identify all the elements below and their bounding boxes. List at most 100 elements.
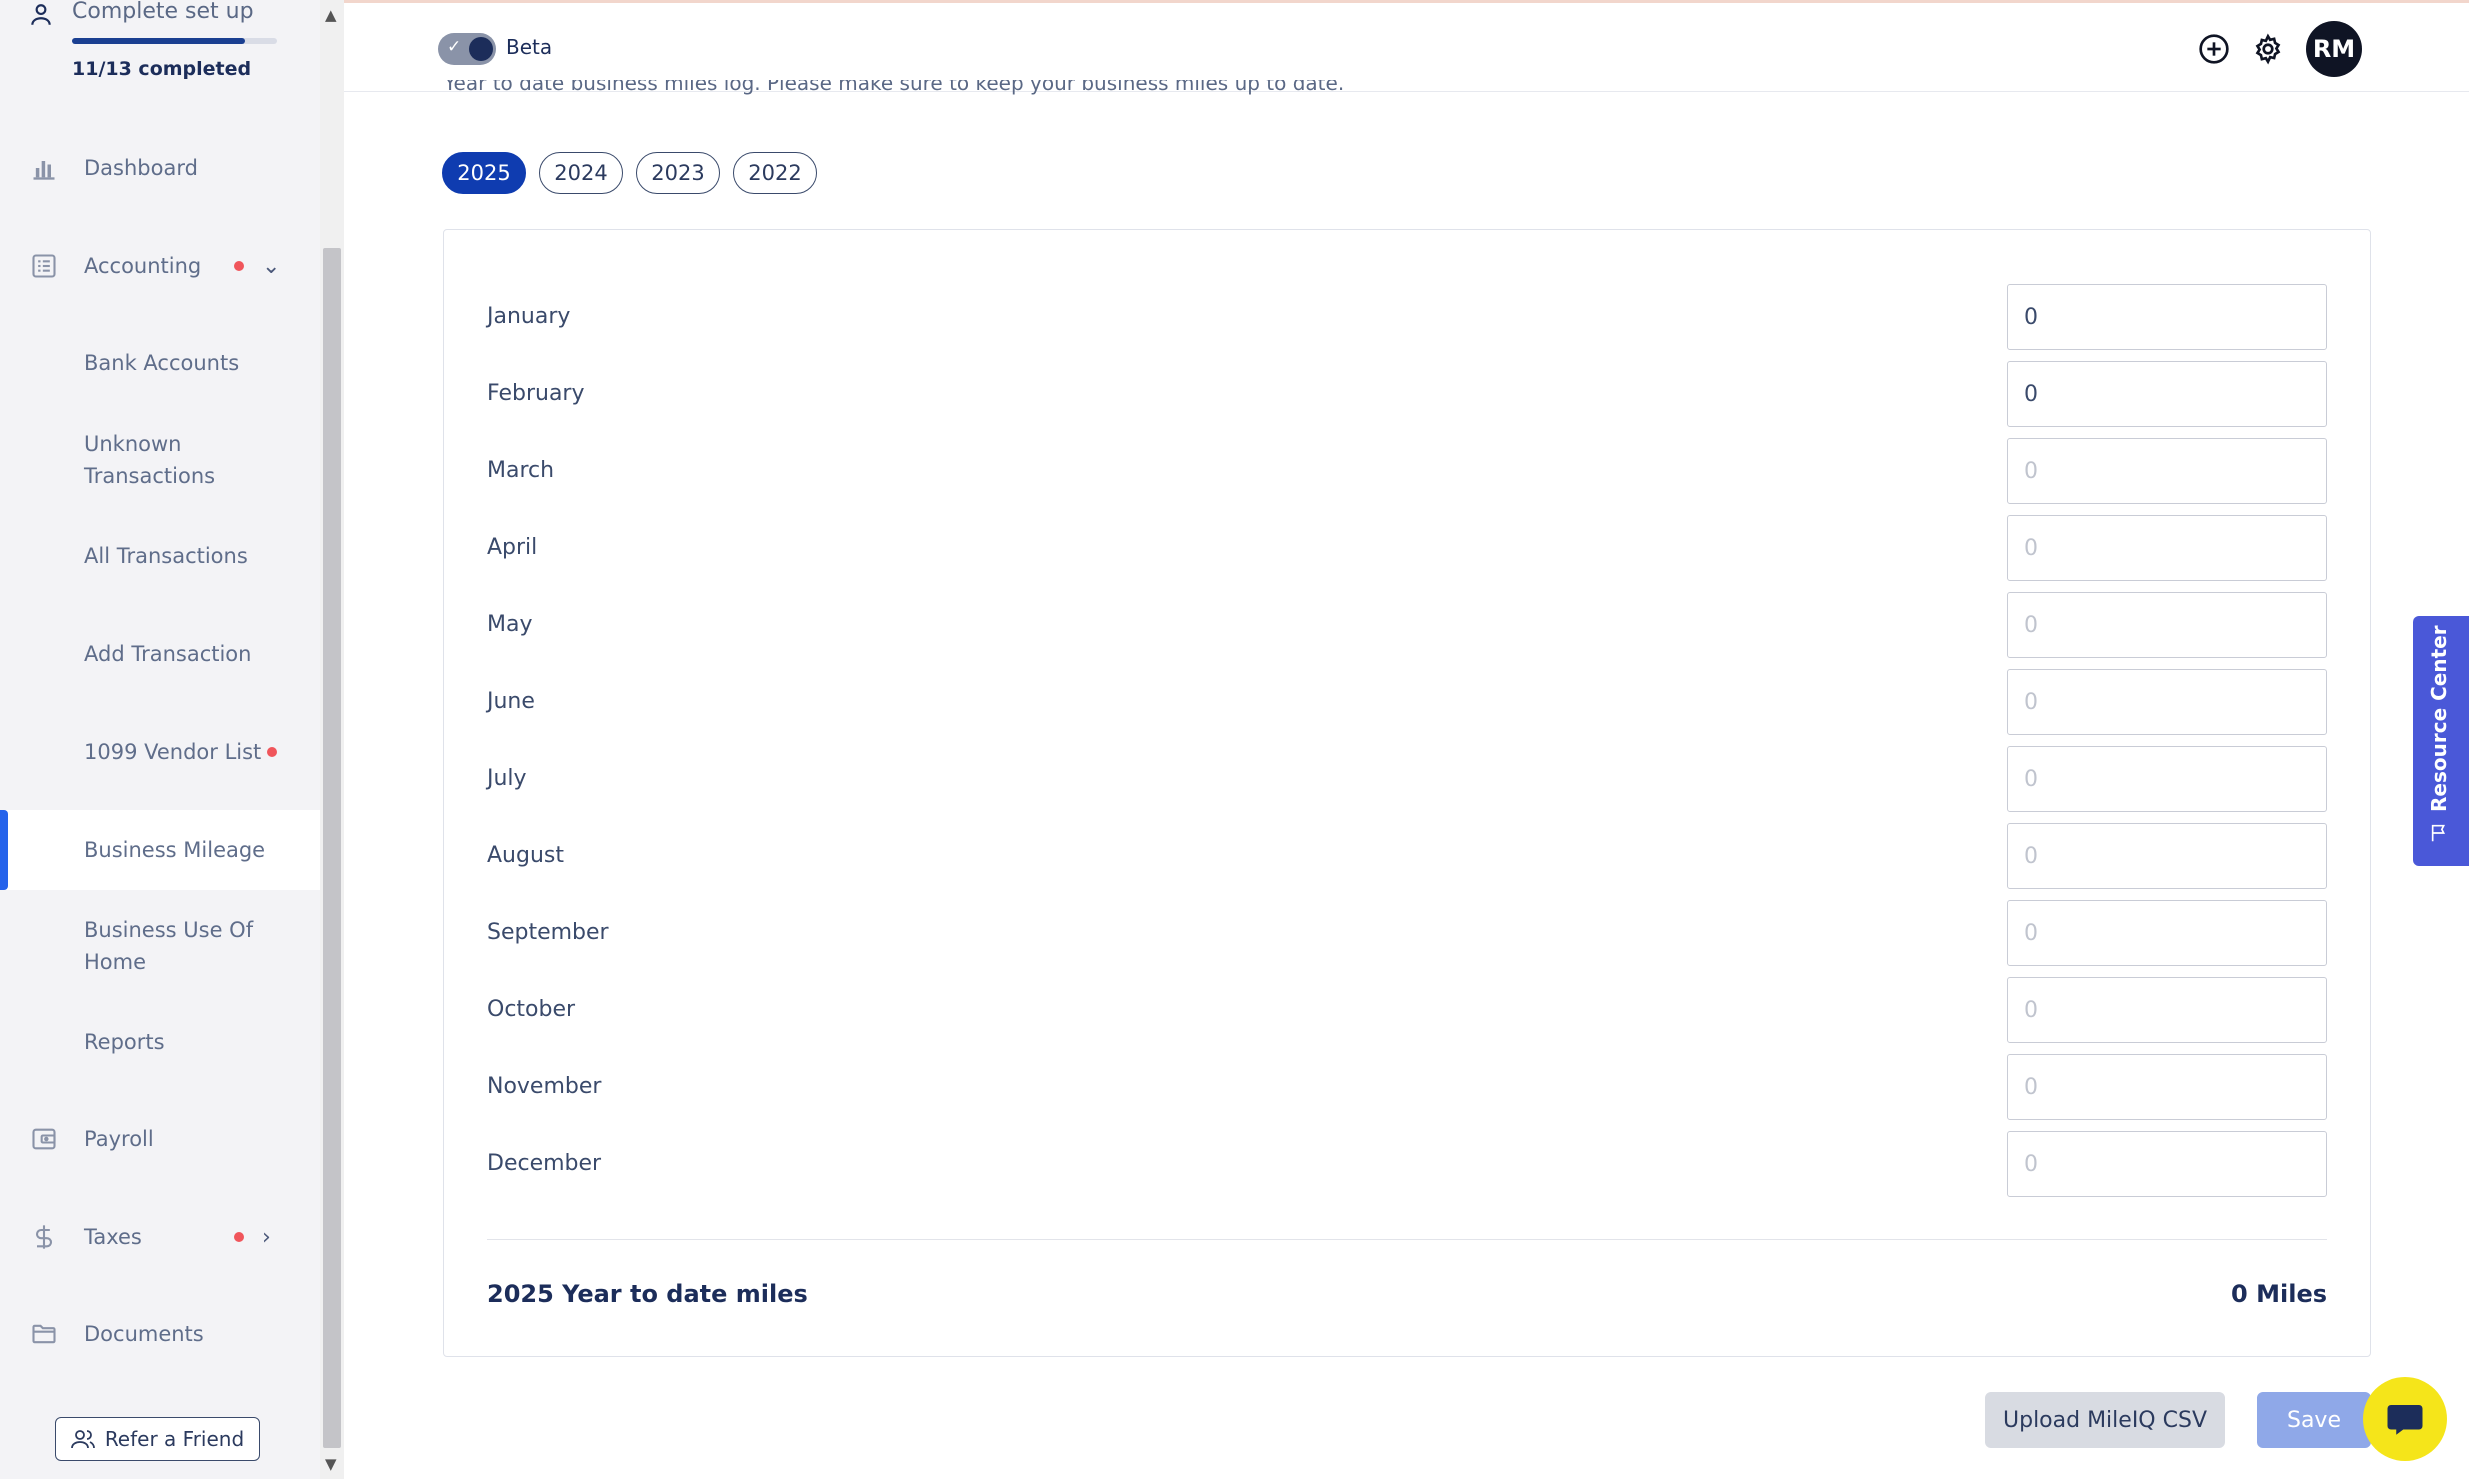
september-miles-input[interactable] (2007, 900, 2327, 966)
alert-dot (267, 747, 277, 757)
setup-progress-fill (72, 38, 246, 44)
sidebar-item-label: Taxes (84, 1225, 142, 1249)
sidebar-item-taxes[interactable]: Taxes › (0, 1197, 320, 1277)
month-label: May (487, 612, 533, 637)
beta-toggle[interactable]: ✓ (438, 33, 496, 65)
setup-progress-count: 11/13 completed (72, 58, 252, 80)
add-circle-icon[interactable] (2198, 33, 2230, 65)
alert-dot (234, 1232, 244, 1242)
march-miles-input[interactable] (2007, 438, 2327, 504)
month-row-july: July (444, 746, 2372, 812)
sidebar-item-1099-vendor-list[interactable]: 1099 Vendor List (0, 712, 320, 792)
intro-text: Year to date business miles log. Please … (444, 80, 1345, 95)
people-icon (70, 1430, 95, 1449)
year-tab-2022[interactable]: 2022 (733, 152, 817, 194)
sidebar-item-label: Dashboard (84, 156, 198, 180)
july-miles-input[interactable] (2007, 746, 2327, 812)
month-row-march: March (444, 438, 2372, 504)
sidebar-item-label: Payroll (84, 1127, 154, 1151)
sidebar-item-label: Unknown Transactions (84, 432, 216, 488)
june-miles-input[interactable] (2007, 669, 2327, 735)
chevron-right-icon[interactable]: › (262, 1225, 271, 1250)
month-row-april: April (444, 515, 2372, 581)
sidebar-item-label: Business Use Of Home (84, 918, 254, 974)
sidebar: Complete set up 11/13 completed Dashboar… (0, 0, 320, 1479)
october-miles-input[interactable] (2007, 977, 2327, 1043)
divider (487, 1239, 2327, 1240)
sidebar-scroll-thumb[interactable] (323, 248, 341, 1448)
sidebar-item-business-mileage[interactable]: Business Mileage (0, 810, 320, 890)
sidebar-item-accounting[interactable]: Accounting ⌄ (0, 226, 320, 306)
save-button[interactable]: Save (2257, 1392, 2371, 1448)
january-miles-input[interactable] (2007, 284, 2327, 350)
may-miles-input[interactable] (2007, 592, 2327, 658)
ytd-total-label: 2025 Year to date miles (487, 1280, 808, 1308)
sidebar-item-label: Accounting (84, 254, 202, 278)
resource-center-tab[interactable]: Resource Center (2413, 616, 2469, 866)
month-label: March (487, 458, 555, 483)
sidebar-item-documents[interactable]: Documents (0, 1294, 320, 1374)
november-miles-input[interactable] (2007, 1054, 2327, 1120)
year-tab-2024[interactable]: 2024 (539, 152, 623, 194)
year-tab-2023[interactable]: 2023 (636, 152, 720, 194)
sidebar-item-business-use-of-home[interactable]: Business Use Of Home (0, 906, 320, 986)
month-row-october: October (444, 977, 2372, 1043)
ledger-icon (32, 254, 56, 278)
sidebar-item-all-transactions[interactable]: All Transactions (0, 516, 320, 596)
bar-chart-icon (33, 161, 55, 180)
month-row-february: February (444, 361, 2372, 427)
upload-mileiq-csv-button[interactable]: Upload MileIQ CSV (1985, 1392, 2225, 1448)
sidebar-item-label: Documents (84, 1322, 204, 1346)
check-icon: ✓ (447, 37, 462, 57)
chat-launcher-button[interactable] (2363, 1377, 2447, 1461)
month-label: July (487, 766, 527, 791)
mileage-card: January February March April May June Ju… (443, 229, 2371, 1357)
user-icon (31, 4, 51, 25)
chevron-down-icon[interactable]: ⌄ (262, 254, 280, 279)
scroll-up-arrow-icon[interactable]: ▲ (325, 6, 337, 24)
sidebar-item-payroll[interactable]: Payroll (0, 1099, 320, 1179)
month-row-january: January (444, 284, 2372, 350)
month-label: October (487, 997, 576, 1022)
dollar-icon (35, 1225, 53, 1249)
resource-center-label: Resource Center (2427, 625, 2451, 812)
sidebar-item-unknown-transactions[interactable]: Unknown Transactions (0, 420, 320, 500)
april-miles-input[interactable] (2007, 515, 2327, 581)
ytd-total-value: 0 Miles (2231, 1280, 2327, 1308)
chat-bubble-icon (2387, 1405, 2423, 1435)
sidebar-item-label: Reports (84, 1030, 165, 1054)
toggle-knob (469, 37, 493, 61)
refer-a-friend-button[interactable]: Refer a Friend (55, 1417, 260, 1461)
month-label: February (487, 381, 585, 406)
top-header: ✓ Beta RM (344, 3, 2469, 92)
month-row-august: August (444, 823, 2372, 889)
active-indicator (0, 810, 8, 890)
month-row-december: December (444, 1131, 2372, 1197)
month-row-september: September (444, 900, 2372, 966)
wallet-icon (32, 1128, 56, 1150)
sidebar-item-reports[interactable]: Reports (0, 1002, 320, 1082)
folder-icon (32, 1324, 56, 1344)
beta-label: Beta (506, 35, 553, 59)
sidebar-item-label: Bank Accounts (84, 351, 240, 375)
december-miles-input[interactable] (2007, 1131, 2327, 1197)
august-miles-input[interactable] (2007, 823, 2327, 889)
february-miles-input[interactable] (2007, 361, 2327, 427)
year-tab-2025[interactable]: 2025 (442, 152, 526, 194)
month-label: January (487, 304, 571, 329)
setup-progress[interactable]: Complete set up 11/13 completed (28, 0, 298, 90)
month-label: April (487, 535, 538, 560)
gear-icon[interactable] (2252, 33, 2284, 65)
sidebar-item-dashboard[interactable]: Dashboard (0, 128, 320, 208)
sidebar-item-label: Add Transaction (84, 642, 252, 666)
scroll-down-arrow-icon[interactable]: ▼ (325, 1455, 337, 1473)
month-row-november: November (444, 1054, 2372, 1120)
avatar[interactable]: RM (2306, 21, 2362, 77)
month-label: December (487, 1151, 602, 1176)
sidebar-item-label: Business Mileage (84, 838, 266, 862)
sidebar-item-add-transaction[interactable]: Add Transaction (0, 614, 320, 694)
month-row-may: May (444, 592, 2372, 658)
month-label: August (487, 843, 564, 868)
sidebar-item-bank-accounts[interactable]: Bank Accounts (0, 323, 320, 403)
setup-progress-bar (72, 38, 277, 44)
